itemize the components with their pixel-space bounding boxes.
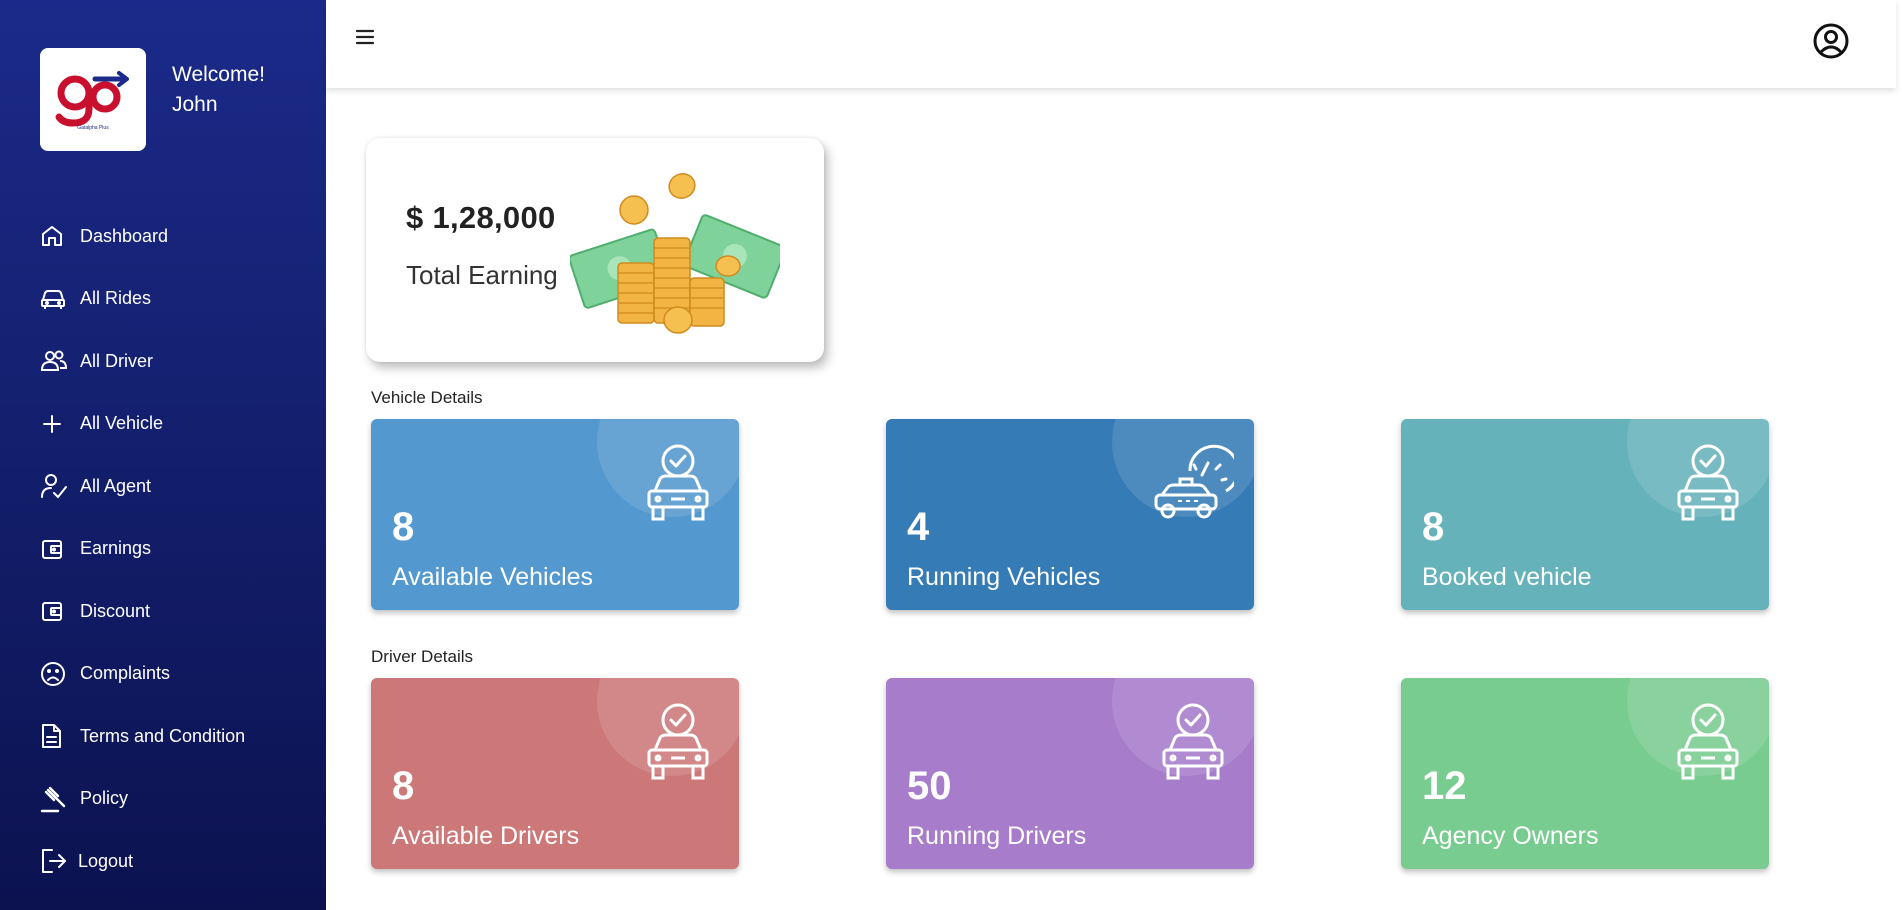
available-vehicles-card[interactable]: 8 Available Vehicles bbox=[371, 419, 739, 610]
welcome-block: Welcome! John bbox=[172, 60, 265, 120]
sidebar-item-label: All Vehicle bbox=[80, 413, 164, 434]
sidebar-item-label: All Agent bbox=[80, 475, 152, 496]
go-logo-icon bbox=[55, 70, 129, 127]
stat-value: 50 bbox=[907, 764, 952, 808]
sidebar-item-label: Earnings bbox=[80, 538, 152, 559]
stat-value: 8 bbox=[392, 505, 415, 549]
stat-value: 12 bbox=[1422, 764, 1467, 808]
hamburger-menu-icon[interactable] bbox=[354, 26, 378, 50]
logout-icon bbox=[40, 846, 70, 876]
running-vehicles-card[interactable]: 4 Running Vehicles bbox=[886, 419, 1254, 610]
home-icon bbox=[40, 221, 70, 251]
topbar bbox=[326, 0, 1896, 88]
sidebar-item-label: Complaints bbox=[80, 663, 171, 684]
stat-label: Agency Owners bbox=[1422, 822, 1599, 850]
sidebar-item-logout[interactable]: Logout bbox=[40, 830, 245, 893]
sidebar-item-discount[interactable]: Discount bbox=[40, 580, 245, 643]
total-earning-amount: $ 1,28,000 bbox=[406, 200, 556, 235]
sidebar-item-all-vehicle[interactable]: All Vehicle bbox=[40, 393, 245, 456]
stat-label: Available Drivers bbox=[392, 822, 580, 850]
sidebar-item-label: Dashboard bbox=[80, 225, 169, 246]
sidebar-item-label: All Rides bbox=[80, 288, 152, 309]
app-root: Gatalpha Plus Welcome! John Dashboard Al… bbox=[0, 0, 1902, 910]
car-check-icon bbox=[1677, 703, 1739, 780]
user-check-icon bbox=[40, 471, 70, 501]
wallet-icon bbox=[40, 534, 70, 564]
user-circle-icon[interactable] bbox=[1812, 22, 1850, 60]
sidebar-item-label: Discount bbox=[80, 600, 151, 621]
stat-value: 8 bbox=[1422, 505, 1445, 549]
car-check-icon bbox=[1677, 444, 1739, 521]
sidebar-item-terms[interactable]: Terms and Condition bbox=[40, 705, 245, 768]
logo[interactable]: Gatalpha Plus bbox=[40, 48, 146, 151]
plus-icon bbox=[40, 409, 70, 439]
welcome-username: John bbox=[172, 93, 218, 116]
stat-label: Available Vehicles bbox=[392, 563, 594, 591]
users-icon bbox=[40, 346, 70, 376]
sidebar-item-earnings[interactable]: Earnings bbox=[40, 518, 245, 581]
stat-value: 4 bbox=[907, 505, 930, 549]
taxi-speed-icon bbox=[1154, 444, 1234, 519]
sidebar-item-label: All Driver bbox=[80, 350, 154, 371]
sad-face-icon bbox=[40, 659, 70, 689]
document-icon bbox=[40, 721, 70, 751]
sidebar-nav: Dashboard All Rides All Driver All Vehic… bbox=[40, 205, 245, 893]
vehicle-details-title: Vehicle Details bbox=[371, 388, 483, 407]
money-stack-illustration bbox=[570, 173, 780, 334]
sidebar-item-dashboard[interactable]: Dashboard bbox=[40, 205, 245, 268]
stat-label: Running Drivers bbox=[907, 822, 1087, 850]
sidebar-item-policy[interactable]: Policy bbox=[40, 768, 245, 831]
driver-details-title: Driver Details bbox=[371, 647, 474, 666]
sidebar-item-all-driver[interactable]: All Driver bbox=[40, 330, 245, 393]
sidebar-item-label: Policy bbox=[80, 788, 129, 809]
stat-label: Running Vehicles bbox=[907, 563, 1101, 591]
agency-owners-card[interactable]: 12 Agency Owners bbox=[1401, 678, 1769, 869]
brand: Gatalpha Plus Welcome! John bbox=[40, 48, 265, 151]
gavel-icon bbox=[40, 784, 70, 814]
wallet-icon bbox=[40, 596, 70, 626]
sidebar-item-all-rides[interactable]: All Rides bbox=[40, 268, 245, 331]
sidebar-item-label: Terms and Condition bbox=[80, 725, 246, 746]
welcome-greeting: Welcome! bbox=[172, 63, 265, 86]
stat-label: Booked vehicle bbox=[1422, 563, 1592, 591]
sidebar: Gatalpha Plus Welcome! John Dashboard Al… bbox=[0, 0, 326, 910]
car-check-icon bbox=[647, 703, 709, 780]
booked-vehicle-card[interactable]: 8 Booked vehicle bbox=[1401, 419, 1769, 610]
sidebar-item-all-agent[interactable]: All Agent bbox=[40, 455, 245, 518]
running-drivers-card[interactable]: 50 Running Drivers bbox=[886, 678, 1254, 869]
total-earning-label: Total Earning bbox=[406, 260, 558, 290]
stat-value: 8 bbox=[392, 764, 415, 808]
car-check-icon bbox=[647, 444, 709, 521]
sidebar-item-complaints[interactable]: Complaints bbox=[40, 643, 245, 706]
car-icon bbox=[40, 284, 70, 314]
logo-subtext: Gatalpha Plus bbox=[77, 124, 109, 131]
total-earning-card: $ 1,28,000 Total Earning bbox=[366, 138, 824, 362]
sidebar-item-label: Logout bbox=[78, 850, 134, 871]
available-drivers-card[interactable]: 8 Available Drivers bbox=[371, 678, 739, 869]
car-check-icon bbox=[1162, 703, 1224, 780]
